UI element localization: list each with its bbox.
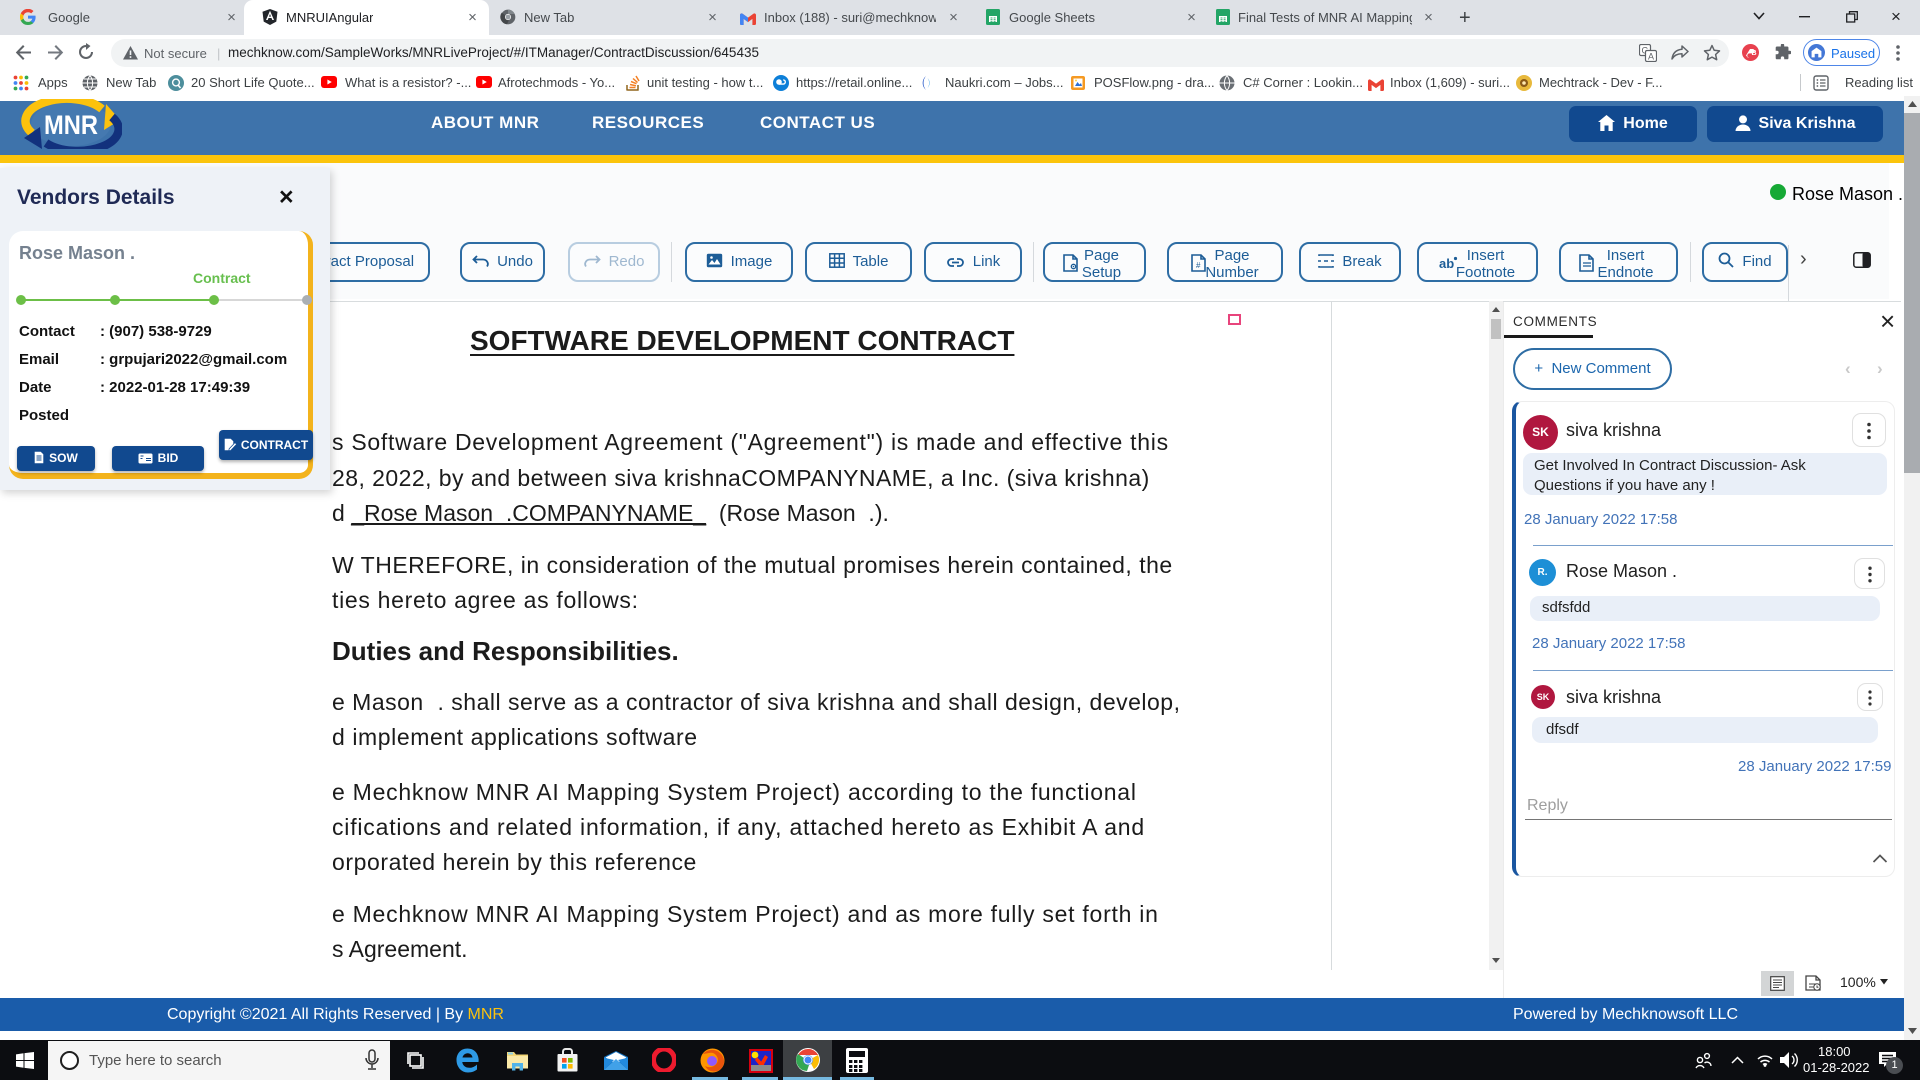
svg-text:A: A [1648, 52, 1654, 62]
svg-text:#: # [1196, 261, 1201, 270]
svg-text:MNR: MNR [44, 110, 98, 140]
svg-text:ab: ab [1439, 256, 1454, 271]
svg-text:B: B [1752, 50, 1757, 57]
